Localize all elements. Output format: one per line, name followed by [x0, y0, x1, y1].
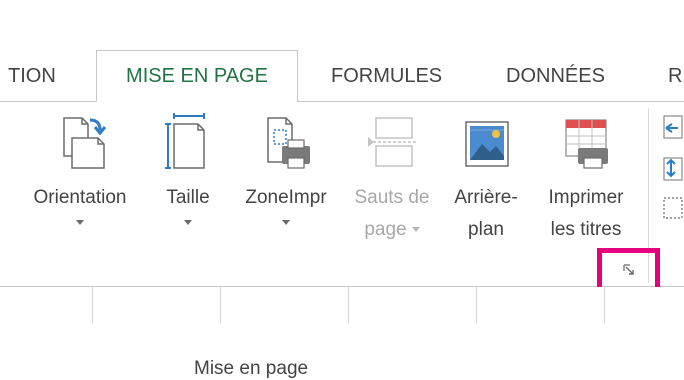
ribbon-page-setup-panel: Orientation Taille ZoneImpr Sauts de pag…	[0, 102, 684, 379]
ribbon-tab-bar: TION MISE EN PAGE FORMULES DONNÉES R	[0, 0, 684, 102]
orientation-label: Orientation	[33, 187, 127, 208]
column-divider	[476, 287, 477, 324]
print-titles-icon	[565, 119, 608, 169]
page-breaks-button[interactable]: Sauts de page	[346, 112, 438, 246]
group-label: Mise en page	[194, 358, 309, 379]
orientation-button[interactable]: Orientation	[18, 112, 142, 225]
tab-formules[interactable]: FORMULES	[331, 52, 442, 100]
background-label-line2: plan	[468, 219, 504, 240]
chevron-down-icon	[184, 220, 192, 225]
print-area-icon	[267, 117, 310, 169]
background-icon	[465, 121, 509, 167]
page-breaks-label-line2: page	[364, 219, 407, 240]
column-divider	[92, 287, 93, 324]
column-divider	[604, 287, 605, 324]
dialog-launcher-icon[interactable]	[623, 264, 635, 276]
chevron-down-icon	[282, 220, 290, 225]
scale-to-fit-icons	[663, 115, 683, 219]
page-size-icon	[165, 113, 205, 169]
column-divider	[348, 287, 349, 324]
print-area-label: ZoneImpr	[245, 187, 327, 208]
worksheet-grid[interactable]	[0, 287, 684, 324]
print-titles-label-line2: les titres	[550, 219, 622, 240]
page-breaks-label-line2-row: page	[346, 214, 438, 246]
background-label-line1: Arrière-	[454, 187, 518, 208]
print-titles-button[interactable]: Imprimer les titres	[534, 112, 638, 246]
chevron-down-icon	[411, 227, 420, 233]
page-breaks-label-line1: Sauts de	[354, 187, 430, 208]
page-breaks-icon	[368, 117, 416, 167]
size-button[interactable]: Taille	[156, 112, 220, 225]
tab-revision[interactable]: R	[668, 52, 682, 100]
background-button[interactable]: Arrière- plan	[445, 112, 527, 246]
column-divider	[220, 287, 221, 324]
tab-donnees[interactable]: DONNÉES	[506, 52, 605, 100]
print-area-button[interactable]: ZoneImpr	[233, 112, 339, 225]
tab-insertion[interactable]: TION	[8, 52, 56, 100]
size-label: Taille	[166, 187, 210, 208]
orientation-icon	[63, 117, 107, 169]
print-titles-label-line1: Imprimer	[548, 187, 624, 208]
chevron-down-icon	[76, 220, 84, 225]
tab-mise-en-page[interactable]: MISE EN PAGE	[96, 50, 298, 102]
